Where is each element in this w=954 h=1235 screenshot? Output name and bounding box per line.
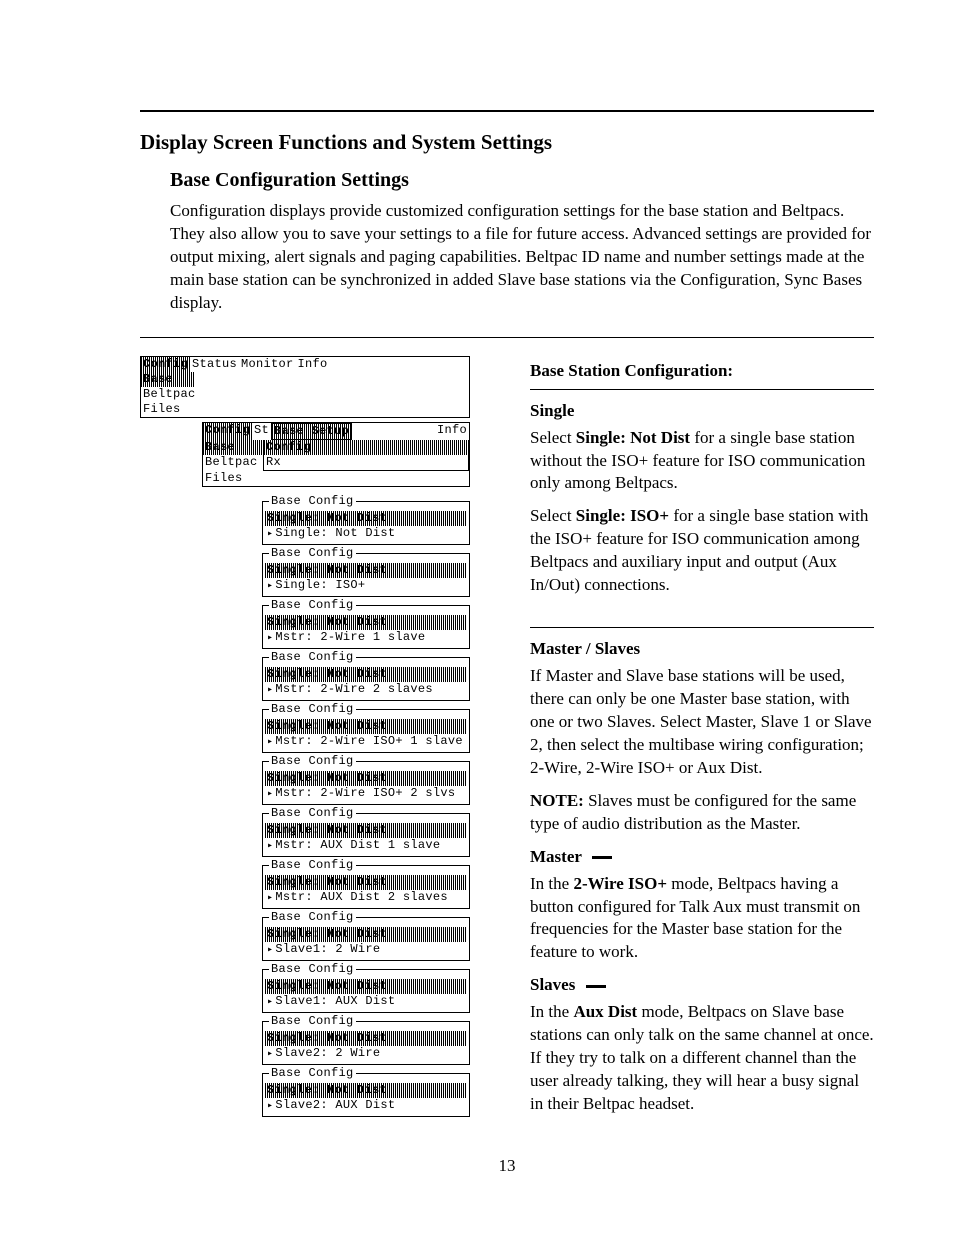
menu-item-files: Files — [141, 402, 183, 417]
config-option: Single: ISO+ — [265, 578, 467, 594]
ms-note: NOTE: Slaves must be configured for the … — [530, 790, 874, 836]
dash-icon — [586, 985, 606, 988]
config-box-title: Base Config — [269, 1066, 356, 1081]
config-box-title: Base Config — [269, 1014, 356, 1029]
tab-status: Status — [190, 357, 239, 372]
sub-left-files: Files — [203, 471, 263, 486]
base-config-box: Base ConfigSingle: Not DistSlave1: 2 Wir… — [262, 917, 470, 961]
sub-right-config: Config — [263, 440, 469, 455]
config-option: Slave1: 2 Wire — [265, 942, 467, 958]
config-highlight: Single: Not Dist — [265, 511, 467, 526]
config-option: Mstr: 2-Wire 2 slaves — [265, 682, 467, 698]
config-box-title: Base Config — [269, 962, 356, 977]
config-option: Slave2: 2 Wire — [265, 1046, 467, 1062]
config-option: Single: Not Dist — [265, 526, 467, 542]
base-config-box: Base ConfigSingle: Not DistMstr: 2-Wire … — [262, 709, 470, 753]
menu-item-beltpac: Beltpac — [141, 387, 198, 402]
single-heading: Single — [530, 400, 874, 423]
config-box-title: Base Config — [269, 650, 356, 665]
sub-tab-config: Config — [203, 423, 252, 440]
ms-heading: Master / Slaves — [530, 638, 874, 661]
tab-monitor: Monitor — [239, 357, 296, 372]
config-box-title: Base Config — [269, 754, 356, 769]
single-p2: Select Single: ISO+ for a single base st… — [530, 505, 874, 597]
sub-tab-info: Info — [435, 423, 469, 440]
config-highlight: Single: Not Dist — [265, 927, 467, 942]
config-option: Slave1: AUX Dist — [265, 994, 467, 1010]
config-box-title: Base Config — [269, 494, 356, 509]
base-config-box: Base ConfigSingle: Not DistSingle: ISO+ — [262, 553, 470, 597]
base-config-box: Base ConfigSingle: Not DistMstr: 2-Wire … — [262, 605, 470, 649]
base-config-box: Base ConfigSingle: Not DistMstr: AUX Dis… — [262, 865, 470, 909]
config-highlight: Single: Not Dist — [265, 667, 467, 682]
config-highlight: Single: Not Dist — [265, 771, 467, 786]
dash-icon — [592, 856, 612, 859]
intro-paragraph: Configuration displays provide customize… — [170, 200, 874, 315]
config-option: Mstr: 2-Wire ISO+ 2 slvs — [265, 786, 467, 802]
sub-right-rx: Rx — [263, 455, 469, 471]
page-number: 13 — [140, 1156, 874, 1176]
ms-p1: If Master and Slave base stations will b… — [530, 665, 874, 780]
config-option: Mstr: AUX Dist 1 slave — [265, 838, 467, 854]
base-config-box: Base ConfigSingle: Not DistMstr: 2-Wire … — [262, 657, 470, 701]
base-config-box: Base ConfigSingle: Not DistSlave1: AUX D… — [262, 969, 470, 1013]
base-config-box: Base ConfigSingle: Not DistSlave2: AUX D… — [262, 1073, 470, 1117]
config-option: Slave2: AUX Dist — [265, 1098, 467, 1114]
lcd-sub-panel: Config St Base Setup Info Base Config Be… — [202, 422, 470, 487]
config-option: Mstr: 2-Wire 1 slave — [265, 630, 467, 646]
config-highlight: Single: Not Dist — [265, 979, 467, 994]
base-config-box: Base ConfigSingle: Not DistMstr: AUX Dis… — [262, 813, 470, 857]
config-box-title: Base Config — [269, 806, 356, 821]
bsc-heading: Base Station Configuration: — [530, 360, 874, 383]
config-highlight: Single: Not Dist — [265, 1083, 467, 1098]
single-p1: Select Single: Not Dist for a single bas… — [530, 427, 874, 496]
tab-info: Info — [296, 357, 330, 372]
master-p: In the 2-Wire ISO+ mode, Beltpacs having… — [530, 873, 874, 965]
master-label: Master — [530, 846, 874, 869]
config-box-title: Base Config — [269, 598, 356, 613]
config-box-title: Base Config — [269, 910, 356, 925]
subsection-heading: Base Configuration Settings — [170, 169, 874, 192]
config-highlight: Single: Not Dist — [265, 615, 467, 630]
config-highlight: Single: Not Dist — [265, 823, 467, 838]
slaves-p: In the Aux Dist mode, Beltpacs on Slave … — [530, 1001, 874, 1116]
config-highlight: Single: Not Dist — [265, 875, 467, 890]
slaves-label: Slaves — [530, 974, 874, 997]
config-option: Mstr: AUX Dist 2 slaves — [265, 890, 467, 906]
base-config-box: Base ConfigSingle: Not DistSlave2: 2 Wir… — [262, 1021, 470, 1065]
lcd-top-panel: Config Status Monitor Info Base Beltpac … — [140, 356, 470, 418]
tab-config: Config — [141, 357, 190, 372]
menu-item-base: Base — [141, 372, 195, 387]
config-box-title: Base Config — [269, 858, 356, 873]
base-config-box: Base ConfigSingle: Not DistSingle: Not D… — [262, 501, 470, 545]
config-highlight: Single: Not Dist — [265, 719, 467, 734]
sub-left-base: Base — [203, 440, 263, 455]
config-box-title: Base Config — [269, 702, 356, 717]
sub-left-beltpac: Beltpac — [203, 455, 263, 471]
config-box-title: Base Config — [269, 546, 356, 561]
popup-title: Base Setup — [271, 423, 352, 440]
config-highlight: Single: Not Dist — [265, 1031, 467, 1046]
config-highlight: Single: Not Dist — [265, 563, 467, 578]
base-config-box: Base ConfigSingle: Not DistMstr: 2-Wire … — [262, 761, 470, 805]
sub-tab-st: St — [252, 423, 271, 440]
page-heading: Display Screen Functions and System Sett… — [140, 130, 874, 155]
config-option: Mstr: 2-Wire ISO+ 1 slave — [265, 734, 467, 750]
